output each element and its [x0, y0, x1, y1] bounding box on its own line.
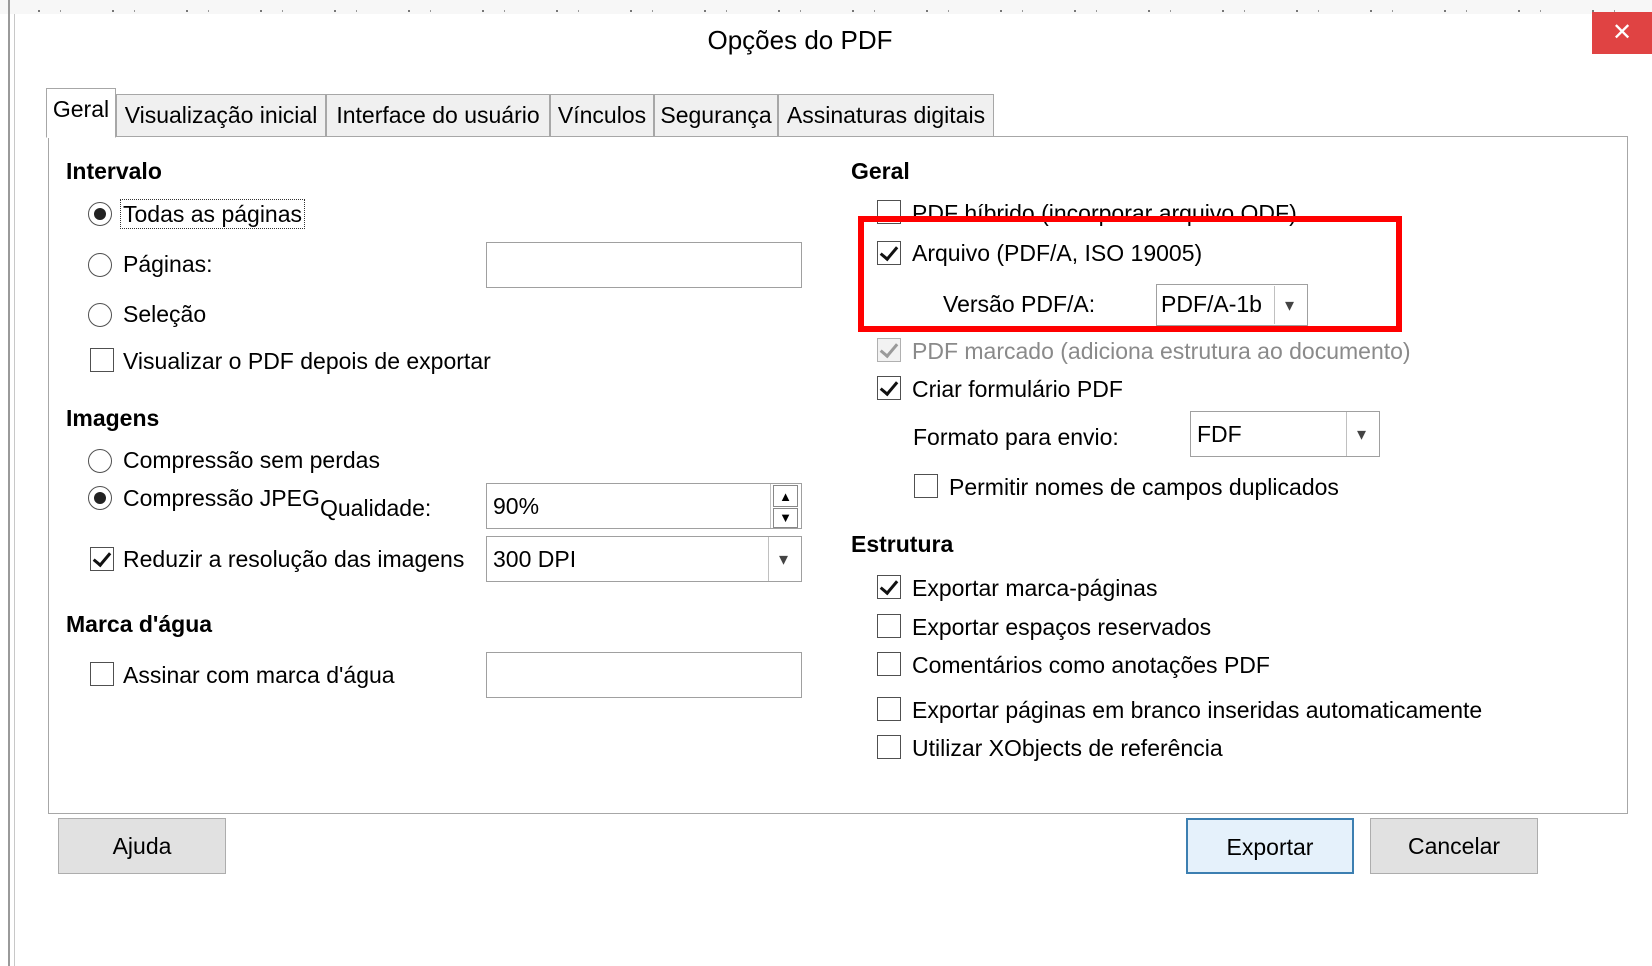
- comments-annotations-label: Comentários como anotações PDF: [912, 652, 1270, 678]
- export-bookmarks-label: Exportar marca-páginas: [912, 575, 1158, 601]
- watermark-heading: Marca d'água: [66, 611, 213, 637]
- tab-assinaturas-digitais[interactable]: Assinaturas digitais: [778, 94, 994, 136]
- watermark-input[interactable]: [486, 652, 802, 698]
- tab-visualizacao-inicial[interactable]: Visualização inicial: [116, 94, 326, 136]
- export-button[interactable]: Exportar: [1186, 818, 1354, 874]
- export-placeholders-label: Exportar espaços reservados: [912, 614, 1212, 640]
- reference-xobjects-checkbox[interactable]: [877, 735, 901, 759]
- lossless-radio[interactable]: [88, 449, 112, 473]
- quality-spinner[interactable]: 90%: [486, 483, 802, 529]
- tagged-pdf-label: PDF marcado (adiciona estrutura ao docum…: [912, 338, 1411, 364]
- help-button[interactable]: Ajuda: [58, 818, 226, 874]
- watermark-label: Assinar com marca d'água: [123, 662, 395, 688]
- selection-radio[interactable]: [88, 303, 112, 327]
- chevron-down-icon[interactable]: ▾: [1346, 412, 1376, 456]
- watermark-checkbox[interactable]: [90, 662, 114, 686]
- view-after-label: Visualizar o PDF depois de exportar: [123, 348, 491, 374]
- spin-up-icon[interactable]: ▲: [773, 485, 798, 507]
- dialog-title: Opções do PDF: [707, 25, 893, 55]
- resolution-dropdown[interactable]: 300 DPI: [486, 536, 802, 582]
- comments-annotations-checkbox[interactable]: [877, 652, 901, 676]
- tab-seguranca[interactable]: Segurança: [654, 94, 778, 136]
- view-after-checkbox[interactable]: [90, 348, 114, 372]
- background-window-edge: [8, 0, 10, 966]
- tagged-pdf-checkbox: [877, 338, 901, 362]
- create-form-label: Criar formulário PDF: [912, 376, 1123, 402]
- lossless-label: Compressão sem perdas: [123, 447, 380, 473]
- structure-heading: Estrutura: [851, 531, 954, 557]
- red-highlight-box: [858, 216, 1402, 332]
- blank-pages-label: Exportar páginas em branco inseridas aut…: [912, 697, 1483, 723]
- duplicate-names-checkbox[interactable]: [914, 474, 938, 498]
- quality-label: Qualidade:: [320, 495, 432, 521]
- resolution-value: 300 DPI: [493, 546, 577, 572]
- spin-down-icon[interactable]: ▼: [773, 508, 798, 528]
- tab-interface-do-usuario[interactable]: Interface do usuário: [326, 94, 550, 136]
- reduce-resolution-checkbox[interactable]: [90, 547, 114, 571]
- quality-spin-buttons[interactable]: ▲ ▼: [770, 484, 800, 528]
- reference-xobjects-label: Utilizar XObjects de referência: [912, 735, 1223, 761]
- create-form-checkbox[interactable]: [877, 376, 901, 400]
- chevron-down-icon[interactable]: ▾: [768, 537, 798, 581]
- range-heading: Intervalo: [66, 158, 162, 184]
- blank-pages-checkbox[interactable]: [877, 697, 901, 721]
- general-heading: Geral: [851, 158, 910, 184]
- export-bookmarks-checkbox[interactable]: [877, 575, 901, 599]
- cancel-button[interactable]: Cancelar: [1370, 818, 1538, 874]
- pages-input[interactable]: [486, 242, 802, 288]
- export-placeholders-checkbox[interactable]: [877, 614, 901, 638]
- images-heading: Imagens: [66, 405, 160, 431]
- tab-vinculos[interactable]: Vínculos: [550, 94, 654, 136]
- close-button[interactable]: ✕: [1592, 12, 1652, 54]
- jpeg-label: Compressão JPEG: [123, 485, 320, 511]
- close-icon: ✕: [1611, 19, 1633, 46]
- pages-label: Páginas:: [123, 251, 213, 277]
- duplicate-names-label: Permitir nomes de campos duplicados: [949, 474, 1339, 500]
- jpeg-radio[interactable]: [88, 486, 112, 510]
- submit-format-label: Formato para envio:: [913, 424, 1119, 450]
- quality-value: 90%: [493, 493, 540, 519]
- all-pages-radio[interactable]: [88, 202, 112, 226]
- tab-geral[interactable]: Geral: [46, 88, 116, 138]
- reduce-resolution-label: Reduzir a resolução das imagens: [123, 546, 465, 572]
- selection-label: Seleção: [123, 301, 207, 327]
- all-pages-label: Todas as páginas: [120, 199, 306, 229]
- pages-radio[interactable]: [88, 253, 112, 277]
- background-window-strip: [0, 0, 1652, 14]
- submit-format-value: FDF: [1197, 421, 1242, 447]
